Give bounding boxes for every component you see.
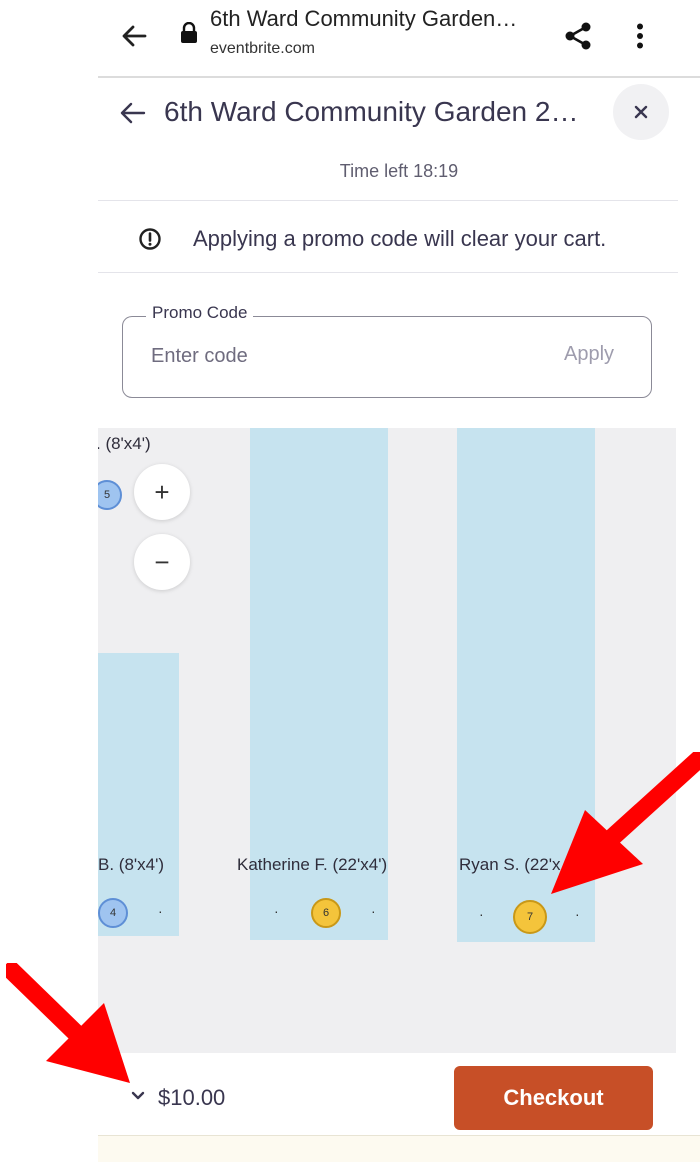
annotation-arrow-icon — [6, 963, 130, 1083]
plot-label: B. (8'x4') — [98, 855, 165, 874]
info-alert-icon — [138, 227, 162, 251]
zoom-in-button[interactable]: + — [134, 464, 190, 520]
garden-plot — [98, 653, 179, 936]
seat-dot: · — [371, 903, 376, 919]
close-icon — [634, 105, 648, 119]
promo-warning-text: Applying a promo code will clear your ca… — [193, 226, 607, 251]
seat-dot: · — [158, 903, 163, 919]
zoom-out-button[interactable]: − — [134, 534, 190, 590]
divider — [98, 272, 678, 273]
divider — [98, 200, 678, 201]
browser-toolbar: 6th Ward Community Garden… eventbrite.co… — [98, 0, 700, 78]
share-icon[interactable] — [560, 18, 596, 54]
plot-label: . (8'x4') — [98, 434, 151, 453]
checkout-header: 6th Ward Community Garden 2… Time left 1… — [98, 78, 700, 200]
plot-seat-available[interactable]: 4 — [98, 898, 128, 928]
plot-seat-available[interactable]: 5 — [98, 480, 122, 510]
close-button[interactable] — [613, 84, 669, 140]
apply-button[interactable]: Apply — [564, 343, 614, 366]
promo-code-label: Promo Code — [146, 303, 254, 323]
back-arrow-icon[interactable] — [116, 18, 152, 54]
seat-dot: · — [274, 903, 279, 919]
annotation-arrow-icon — [551, 752, 700, 894]
page-title: 6th Ward Community Garden… — [210, 6, 518, 31]
modal-back-icon[interactable] — [116, 96, 150, 130]
plot-label: Katherine F. (22'x4') — [237, 855, 388, 874]
time-left: Time left 18:19 — [339, 161, 459, 181]
more-menu-icon[interactable] — [624, 18, 656, 54]
bottom-strip — [98, 1135, 700, 1162]
promo-code-input[interactable]: Enter code — [151, 345, 248, 368]
plot-seat-selected[interactable]: 6 — [311, 898, 341, 928]
checkout-button[interactable]: Checkout — [454, 1066, 653, 1130]
chevron-down-icon[interactable] — [130, 1088, 146, 1104]
seat-dot: · — [575, 906, 580, 922]
seat-dot: · — [479, 906, 484, 922]
plot-seat-selected[interactable]: 7 — [513, 900, 547, 934]
order-total[interactable]: $10.00 — [158, 1085, 225, 1111]
event-title: 6th Ward Community Garden 2… — [164, 96, 579, 127]
lock-icon — [180, 21, 198, 44]
url-domain[interactable]: eventbrite.com — [210, 40, 315, 58]
seat-map[interactable]: . (8'x4') 5 + − B. (8'x4') Katherine F. … — [98, 428, 676, 1053]
